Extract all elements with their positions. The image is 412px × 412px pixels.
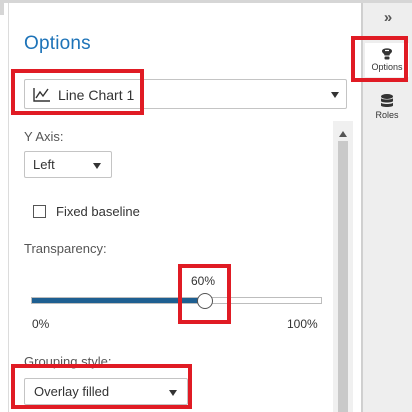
transparency-min-label: 0% <box>32 317 50 331</box>
left-edge <box>0 3 4 15</box>
transparency-slider-track[interactable] <box>31 297 322 304</box>
y-axis-label: Y Axis: <box>24 129 64 144</box>
options-scroll-area: Y Axis: Left Fixed baseline Transparency… <box>9 121 361 412</box>
transparency-value: 60% <box>191 274 216 288</box>
y-axis-select[interactable]: Left <box>24 151 112 178</box>
panel-title: Options <box>24 33 91 54</box>
double-chevron-right-icon[interactable]: » <box>376 8 400 28</box>
rail-item-roles-label: Roles <box>375 110 399 120</box>
vertical-scrollbar[interactable] <box>333 121 353 412</box>
chevron-down-icon <box>331 92 339 98</box>
chevron-down-icon <box>93 163 101 169</box>
grouping-style-select[interactable]: Overlay filled <box>24 378 188 405</box>
transparency-slider-thumb[interactable] <box>197 293 213 309</box>
line-chart-icon <box>33 88 50 102</box>
fixed-baseline-label: Fixed baseline <box>56 204 140 219</box>
object-select-dropdown[interactable]: Line Chart 1 <box>24 79 347 109</box>
scrollbar-thumb[interactable] <box>338 141 348 412</box>
scroll-up-icon[interactable] <box>339 131 347 137</box>
grouping-style-label: Grouping style: <box>24 354 112 369</box>
transparency-max-label: 100% <box>287 317 318 331</box>
options-icon <box>382 48 392 60</box>
options-panel: Options Line Chart 1 Y Axis: Left Fixed … <box>8 3 362 412</box>
rail-item-roles[interactable]: Roles <box>365 91 409 125</box>
chevron-down-icon <box>169 390 177 396</box>
rail-item-options-label: Options <box>371 62 403 72</box>
transparency-slider-fill <box>32 298 205 303</box>
grouping-style-value: Overlay filled <box>34 384 110 399</box>
rail-item-options[interactable]: Options <box>365 43 409 77</box>
transparency-label: Transparency: <box>24 241 107 256</box>
roles-icon <box>381 94 393 107</box>
y-axis-value: Left <box>33 157 55 172</box>
object-select-value: Line Chart 1 <box>58 87 135 103</box>
fixed-baseline-checkbox[interactable] <box>33 205 46 218</box>
right-rail: » Options Roles <box>362 3 412 412</box>
